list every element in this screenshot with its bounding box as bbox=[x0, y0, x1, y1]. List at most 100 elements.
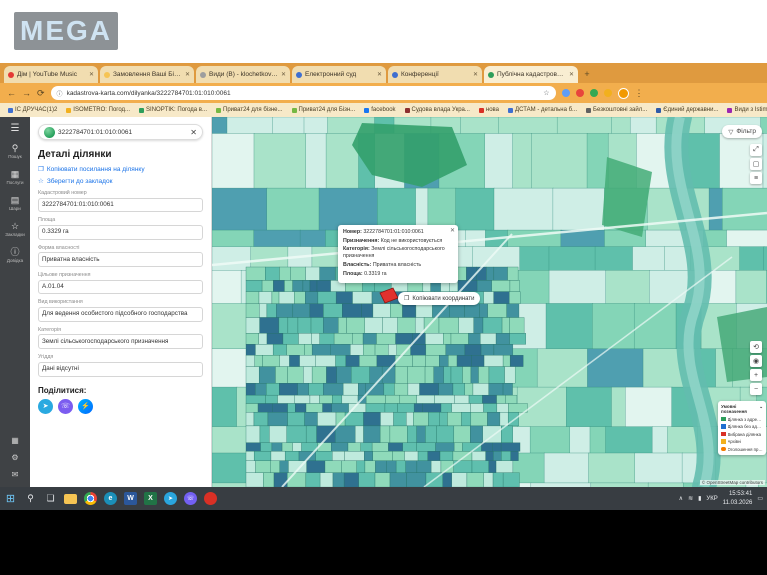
edge-icon[interactable]: e bbox=[104, 492, 117, 505]
popup-row-label: Номер: bbox=[343, 229, 362, 235]
tab-close-icon[interactable]: ✕ bbox=[185, 71, 190, 78]
bookmark-item[interactable]: Приват24 для бізне... bbox=[216, 107, 283, 113]
browser-menu-icon[interactable]: ⋮ bbox=[635, 88, 644, 99]
settings-gear-icon[interactable]: ⚙ bbox=[11, 453, 18, 462]
grid-icon[interactable]: ▦ bbox=[11, 436, 19, 445]
mail-icon[interactable]: ✉ bbox=[12, 470, 19, 479]
viber-icon[interactable]: ☏ bbox=[58, 399, 73, 414]
tab-close-icon[interactable]: ✕ bbox=[569, 71, 574, 78]
zoom-in-button[interactable]: + bbox=[750, 369, 762, 381]
start-button[interactable]: ⊞ bbox=[4, 492, 17, 505]
browser-tab[interactable]: Електронний суд ✕ bbox=[292, 66, 386, 83]
fullscreen-icon[interactable]: ⤢ bbox=[750, 144, 762, 156]
extension-icon[interactable] bbox=[604, 89, 612, 97]
sidebar-item-search[interactable]: ⚲ Пошук bbox=[8, 143, 22, 159]
bookmark-item[interactable]: facebook bbox=[364, 107, 395, 113]
hamburger-menu-icon[interactable]: ☰ bbox=[11, 123, 20, 134]
field-label: Категорія bbox=[38, 327, 203, 333]
bookmark-label: ISOMETRO: Погод... bbox=[73, 107, 130, 113]
zoom-out-button[interactable]: − bbox=[750, 383, 762, 395]
file-explorer-icon[interactable] bbox=[64, 494, 77, 504]
url-text[interactable]: kadastrova-karta.com/dilyanka/3222784701… bbox=[67, 90, 540, 97]
forward-icon[interactable]: → bbox=[22, 88, 31, 98]
bookmark-item[interactable]: SINOPTIK: Погода в... bbox=[139, 107, 207, 113]
extension-icon[interactable] bbox=[590, 89, 598, 97]
browser-tab-active[interactable]: Публічна кадастрова карта У... ✕ bbox=[484, 66, 578, 83]
bookmark-favicon bbox=[508, 108, 513, 113]
notification-center-icon[interactable]: ▭ bbox=[757, 495, 763, 502]
new-tab-button[interactable]: + bbox=[580, 67, 594, 81]
bookmark-item[interactable]: ІС ДРУЧАС(1)2 bbox=[8, 107, 57, 113]
telegram-taskbar-icon[interactable]: ➤ bbox=[164, 492, 177, 505]
browser-tab[interactable]: Дім | YouTube Music ✕ bbox=[4, 66, 98, 83]
browser-tab[interactable]: Конференції ✕ bbox=[388, 66, 482, 83]
bookmark-label: Приват24 для бізне... bbox=[223, 107, 283, 113]
locate-icon[interactable]: ◉ bbox=[750, 355, 762, 367]
telegram-icon[interactable]: ➤ bbox=[38, 399, 53, 414]
layers-toggle-icon[interactable]: ≡ bbox=[750, 172, 762, 184]
bookmark-item[interactable]: ДСТАМ - детальна б... bbox=[508, 107, 577, 113]
filter-label: Фільтр bbox=[736, 128, 756, 135]
tab-close-icon[interactable]: ✕ bbox=[473, 71, 478, 78]
filter-button[interactable]: ▽ Фільтр bbox=[722, 125, 762, 138]
viber-taskbar-icon[interactable]: ☏ bbox=[184, 492, 197, 505]
funnel-icon: ▽ bbox=[728, 128, 733, 136]
map-attribution: © OpenStreetMap contributors bbox=[700, 480, 765, 485]
bookmark-star-icon[interactable]: ☆ bbox=[543, 89, 549, 97]
popup-close-icon[interactable]: ✕ bbox=[450, 227, 455, 234]
sidebar-item-bookmarks[interactable]: ☆ Закладки bbox=[5, 221, 24, 237]
tab-close-icon[interactable]: ✕ bbox=[89, 71, 94, 78]
taskbar-search-icon[interactable]: ⚲ bbox=[24, 492, 37, 505]
taskbar-clock[interactable]: 15:53:41 11.03.2026 bbox=[723, 490, 753, 506]
clock-date: 11.03.2026 bbox=[723, 499, 753, 507]
sidebar-item-layers[interactable]: ▤ Шари bbox=[9, 195, 21, 211]
bookmark-item[interactable]: Безкоштовні зайл... bbox=[586, 107, 647, 113]
tray-chevron-icon[interactable]: ∧ bbox=[679, 495, 683, 502]
bookmark-item[interactable]: Види з Istimetea T... bbox=[727, 107, 767, 113]
field-label: Цільове призначення bbox=[38, 272, 203, 278]
sidebar-item-help[interactable]: ⓘ Довідка bbox=[7, 247, 23, 263]
map-canvas[interactable] bbox=[212, 117, 767, 487]
legend-label: Ділянка без адреси bbox=[728, 424, 764, 429]
extension-icon[interactable] bbox=[562, 89, 570, 97]
popup-row-label: Власність: bbox=[343, 262, 371, 268]
measure-icon[interactable]: ▢ bbox=[750, 158, 762, 170]
browser-tab[interactable]: Види (В) - klochetkova787@g... ✕ bbox=[196, 66, 290, 83]
language-indicator[interactable]: УКР bbox=[706, 496, 717, 502]
map-container[interactable]: ▽ Фільтр ⤢ ▢ ≡ ⟲ ◉ + − ✕ Номер: 32227847… bbox=[212, 117, 767, 487]
volume-icon[interactable]: ▮ bbox=[698, 495, 701, 502]
bookmark-item[interactable]: Приват24 для Бізн... bbox=[292, 107, 356, 113]
panel-title: Деталі ділянки bbox=[38, 149, 203, 160]
reset-view-icon[interactable]: ⟲ bbox=[750, 341, 762, 353]
word-icon[interactable]: W bbox=[124, 492, 137, 505]
bookmark-item[interactable]: Судова влада Укра... bbox=[405, 107, 470, 113]
site-info-icon[interactable]: ⓘ bbox=[57, 89, 63, 98]
legend-header[interactable]: Умовні позначення ⌄ bbox=[721, 404, 763, 414]
excel-icon[interactable]: X bbox=[144, 492, 157, 505]
sidebar-item-services[interactable]: ▦ Послуги bbox=[6, 169, 23, 185]
cadastral-search-input[interactable]: 3222784701:01:010:0061 ✕ bbox=[38, 124, 203, 140]
bookmark-item[interactable]: нова bbox=[479, 107, 499, 113]
address-bar[interactable]: ⓘ kadastrova-karta.com/dilyanka/32227847… bbox=[51, 86, 556, 100]
messenger-icon[interactable]: ⚡ bbox=[78, 399, 93, 414]
search-value[interactable]: 3222784701:01:010:0061 bbox=[58, 129, 187, 136]
bookmark-favicon bbox=[8, 108, 13, 113]
chrome-icon[interactable] bbox=[84, 492, 97, 505]
app-icon[interactable] bbox=[204, 492, 217, 505]
bookmark-item[interactable]: Єдиний державни... bbox=[656, 107, 718, 113]
tab-close-icon[interactable]: ✕ bbox=[377, 71, 382, 78]
chevron-down-icon: ⌄ bbox=[759, 404, 763, 414]
copy-coordinates-button[interactable]: ❐ Копіювати координати bbox=[398, 292, 480, 305]
browser-tab[interactable]: Замовлення Ваші Білети з До... ✕ bbox=[100, 66, 194, 83]
network-icon[interactable]: ≋ bbox=[688, 495, 693, 502]
back-icon[interactable]: ← bbox=[7, 88, 16, 98]
refresh-icon[interactable]: ⟳ bbox=[37, 88, 45, 99]
copy-link-button[interactable]: ❐ Копіювати посилання на ділянку bbox=[38, 165, 203, 173]
profile-avatar[interactable] bbox=[618, 88, 629, 99]
tab-close-icon[interactable]: ✕ bbox=[281, 71, 286, 78]
task-view-icon[interactable]: ❏ bbox=[44, 492, 57, 505]
extension-icon[interactable] bbox=[576, 89, 584, 97]
save-bookmark-button[interactable]: ☆ Зберегти до закладок bbox=[38, 177, 203, 185]
clear-search-icon[interactable]: ✕ bbox=[190, 128, 197, 137]
bookmark-item[interactable]: ISOMETRO: Погод... bbox=[66, 107, 130, 113]
